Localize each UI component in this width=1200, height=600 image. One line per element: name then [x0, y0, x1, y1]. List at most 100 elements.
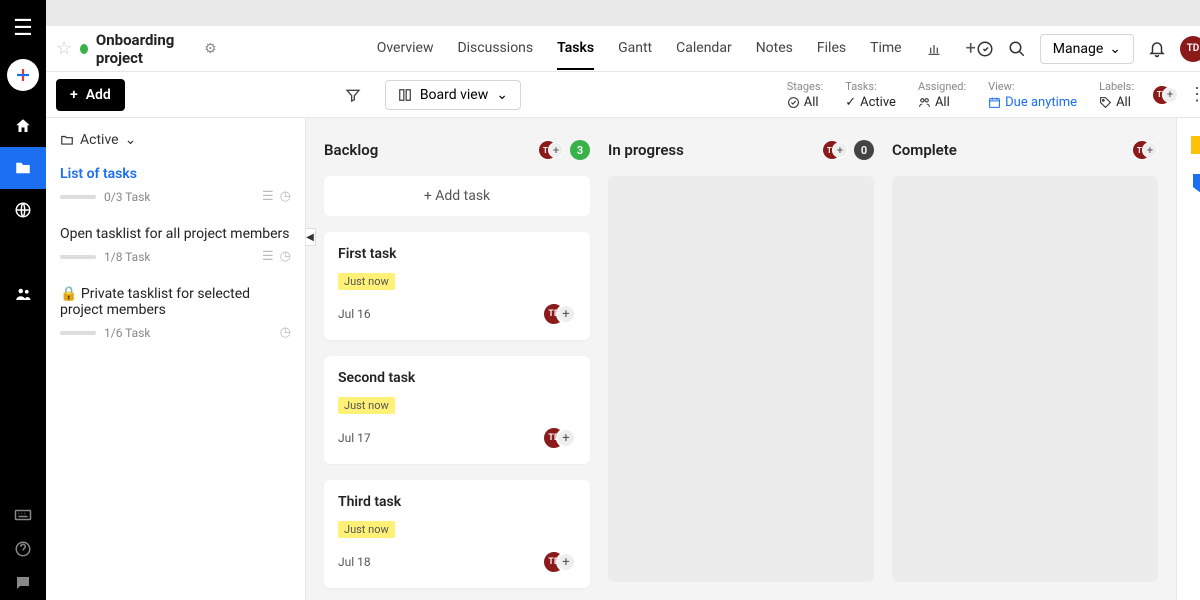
filter-icon[interactable]: [345, 87, 361, 103]
task-date: Jul 18: [338, 555, 371, 569]
collapse-sidebar-handle[interactable]: ◀: [306, 228, 316, 246]
clock-icon[interactable]: ◷: [280, 249, 291, 264]
project-tabs: Overview Discussions Tasks Gantt Calenda…: [377, 28, 976, 70]
sidebar-group-header[interactable]: Active ⌄: [46, 132, 305, 158]
filter-assigned[interactable]: Assigned: All: [918, 80, 966, 110]
add-assignee-icon[interactable]: +: [832, 142, 848, 158]
reminder-icon[interactable]: [976, 40, 994, 58]
project-settings-icon[interactable]: ⚙: [204, 41, 217, 57]
chart-icon: [14, 243, 32, 261]
list-icon[interactable]: ☰: [262, 249, 274, 264]
filter-tasks[interactable]: Tasks: ✓Active: [845, 80, 896, 110]
home-icon: [14, 117, 32, 135]
sidebar-tasklist-item[interactable]: 🔒 Private tasklist for selected project …: [46, 278, 305, 354]
add-tab-button[interactable]: +: [966, 38, 976, 59]
lock-icon: 🔒: [60, 286, 81, 302]
project-title: Onboarding project: [96, 31, 196, 67]
nav-global[interactable]: [0, 189, 46, 231]
tab-overview[interactable]: Overview: [377, 28, 434, 70]
notes-widget-icon[interactable]: [1191, 136, 1200, 154]
filter-stages[interactable]: Stages: All: [787, 80, 823, 110]
nav-keyboard[interactable]: [0, 498, 46, 532]
task-date: Jul 16: [338, 307, 371, 321]
task-card[interactable]: Third taskJust nowJul 18TD+: [324, 480, 590, 588]
add-assignee-icon[interactable]: +: [548, 142, 564, 158]
column-avatars[interactable]: TD+: [822, 140, 848, 160]
sidebar-tasklist-item[interactable]: List of tasks0/3 Task☰◷: [46, 158, 305, 218]
calendar-icon: [988, 96, 1001, 109]
more-menu-icon[interactable]: ⋮: [1188, 84, 1200, 105]
global-add-button[interactable]: [7, 59, 39, 91]
left-rail: ☰: [0, 0, 46, 600]
nav-help[interactable]: [0, 532, 46, 566]
tasklist-title: Open tasklist for all project members: [60, 226, 291, 242]
tab-calendar[interactable]: Calendar: [676, 28, 732, 70]
analytics-icon[interactable]: [926, 41, 942, 57]
assignee-avatars[interactable]: TD +: [1152, 85, 1178, 105]
notifications-icon[interactable]: [1148, 40, 1166, 58]
nav-reports[interactable]: [0, 231, 46, 273]
task-tag: Just now: [338, 521, 395, 538]
list-icon[interactable]: ☰: [262, 189, 274, 204]
nav-home[interactable]: [0, 105, 46, 147]
empty-column-dropzone[interactable]: [892, 176, 1158, 582]
task-title: Third task: [338, 494, 576, 510]
filter-labels[interactable]: Labels: All: [1099, 80, 1134, 110]
filter-view[interactable]: View: Due anytime: [988, 80, 1077, 110]
menu-icon[interactable]: ☰: [13, 16, 33, 41]
project-status-dot: [80, 44, 88, 54]
nav-people[interactable]: [0, 273, 46, 315]
tab-notes[interactable]: Notes: [756, 28, 793, 70]
check-icon: ✓: [845, 95, 856, 110]
task-card[interactable]: Second taskJust nowJul 17TD+: [324, 356, 590, 464]
tasklist-title: List of tasks: [60, 166, 291, 182]
manage-dropdown[interactable]: Manage ⌄: [1040, 34, 1134, 64]
tab-gantt[interactable]: Gantt: [618, 28, 652, 70]
clock-icon[interactable]: ◷: [280, 325, 291, 340]
plus-icon: [14, 66, 32, 84]
add-button[interactable]: + Add: [56, 79, 125, 111]
nav-chat[interactable]: [0, 566, 46, 600]
column-avatars[interactable]: TD+: [538, 140, 564, 160]
help-icon: [14, 540, 32, 558]
favorite-star-icon[interactable]: ☆: [56, 38, 72, 59]
bookmark-widget-icon[interactable]: [1193, 174, 1200, 192]
column-count-badge: 3: [570, 140, 590, 160]
tab-tasks[interactable]: Tasks: [557, 28, 594, 70]
sidebar-tasklist-item[interactable]: Open tasklist for all project members1/8…: [46, 218, 305, 278]
column-avatars[interactable]: TD+: [1132, 140, 1158, 160]
view-label: Board view: [420, 87, 488, 103]
tab-time[interactable]: Time: [870, 28, 901, 70]
task-title: Second task: [338, 370, 576, 386]
progress-bar: [60, 255, 96, 259]
empty-column-dropzone[interactable]: [608, 176, 874, 582]
add-assignee-icon[interactable]: +: [1162, 87, 1178, 103]
add-assignee-icon[interactable]: +: [556, 304, 576, 324]
clock-icon[interactable]: ◷: [280, 189, 291, 204]
globe-icon: [14, 201, 32, 219]
task-count: 1/6 Task: [104, 326, 150, 340]
column-title: Complete: [892, 141, 957, 159]
task-card[interactable]: First taskJust nowJul 16TD+: [324, 232, 590, 340]
view-switcher[interactable]: Board view ⌄: [385, 80, 521, 110]
add-assignee-icon[interactable]: +: [556, 428, 576, 448]
tab-discussions[interactable]: Discussions: [457, 28, 533, 70]
search-icon[interactable]: [1008, 40, 1026, 58]
column-in-progress: In progress TD+ 0: [608, 140, 874, 582]
people-icon: [918, 96, 931, 109]
keyboard-icon: [14, 508, 32, 522]
toolbar: + Add Board view ⌄ Stages: All Tasks: ✓A…: [46, 72, 1200, 118]
add-assignee-icon[interactable]: +: [556, 552, 576, 572]
tab-files[interactable]: Files: [817, 28, 846, 70]
add-assignee-icon[interactable]: +: [1142, 142, 1158, 158]
user-avatar[interactable]: TD: [1180, 36, 1200, 62]
task-title: First task: [338, 246, 576, 262]
folder-icon: [60, 133, 74, 147]
chevron-down-icon: ⌄: [125, 132, 137, 148]
people-icon: [13, 285, 33, 303]
task-tag: Just now: [338, 397, 395, 414]
nav-projects[interactable]: [0, 147, 46, 189]
add-task-button[interactable]: + Add task: [324, 176, 590, 216]
tasklist-sidebar: Active ⌄ List of tasks0/3 Task☰◷Open tas…: [46, 118, 306, 600]
topbar: ☆ Onboarding project ⚙ Overview Discussi…: [46, 26, 1200, 72]
